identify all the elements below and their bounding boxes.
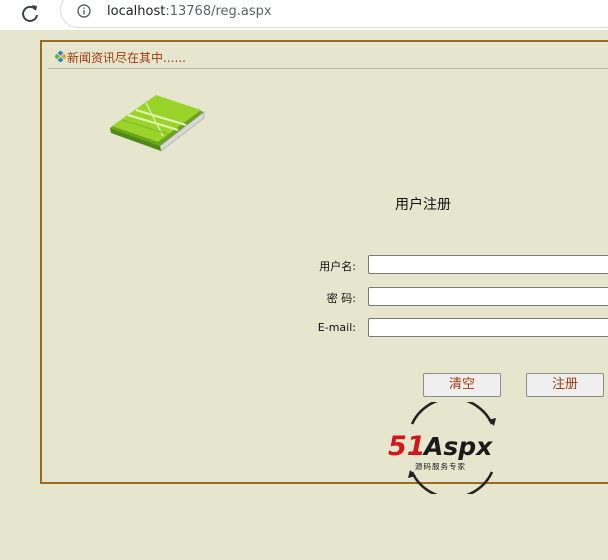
password-label: 密 码: [326,292,356,305]
username-input[interactable] [368,255,608,274]
header-text: 新闻资讯尽在其中...... [67,51,186,65]
register-button[interactable]: 注册 [526,373,604,397]
email-input[interactable] [368,318,608,337]
panel-header: 新闻资讯尽在其中...... [48,48,608,69]
book-icon [110,95,205,152]
url-text[interactable]: localhost:13768/reg.aspx [107,4,272,19]
51aspx-logo: 51 Aspx 源码服务专家 [388,402,496,494]
password-input[interactable] [368,287,608,306]
email-label: E-mail: [317,321,356,334]
browser-toolbar: localhost:13768/reg.aspx [0,0,608,30]
url-host: localhost [107,4,166,19]
logo-number: 51 [388,431,426,462]
logo-name: Aspx [422,432,493,461]
url-path: :13768/reg.aspx [165,4,272,19]
info-icon[interactable] [77,4,91,18]
registration-panel: 新闻资讯尽在其中...... 用户注册 用户名: 密 码: E-mail: 清空… [40,40,608,494]
diamond-bullet-icon [55,51,66,62]
reload-icon[interactable] [20,3,40,23]
clear-button[interactable]: 清空 [423,373,501,397]
logo-tagline: 源码服务专家 [415,461,466,471]
form-title: 用户注册 [395,197,451,213]
username-label: 用户名: [319,260,356,273]
